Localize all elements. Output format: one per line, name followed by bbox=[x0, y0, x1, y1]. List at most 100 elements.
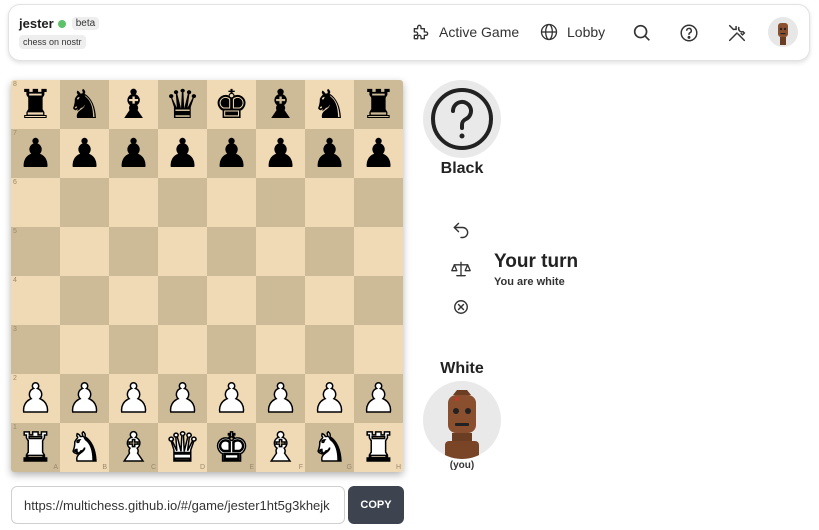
settings-button[interactable] bbox=[726, 22, 748, 44]
board-square[interactable]: ♟ bbox=[354, 129, 403, 178]
white-pawn-piece[interactable]: ♟ bbox=[311, 378, 348, 420]
board-square[interactable]: 8 ♜ bbox=[11, 80, 60, 129]
board-square[interactable]: ♟ bbox=[207, 374, 256, 423]
white-bishop-piece[interactable]: ♝ bbox=[262, 427, 299, 469]
resign-button[interactable] bbox=[451, 297, 471, 317]
board-square[interactable] bbox=[354, 178, 403, 227]
white-knight-piece[interactable]: ♞ bbox=[311, 427, 348, 469]
white-rook-piece[interactable]: ♜ bbox=[360, 427, 397, 469]
board-square[interactable]: G ♞ bbox=[305, 423, 354, 472]
black-pawn-piece[interactable]: ♟ bbox=[67, 134, 103, 174]
board-square[interactable] bbox=[109, 227, 158, 276]
white-pawn-piece[interactable]: ♟ bbox=[115, 378, 152, 420]
black-king-piece[interactable]: ♚ bbox=[214, 85, 250, 125]
white-queen-piece[interactable]: ♛ bbox=[164, 427, 201, 469]
board-square[interactable]: ♞ bbox=[305, 80, 354, 129]
board-square[interactable] bbox=[207, 227, 256, 276]
offer-draw-button[interactable] bbox=[451, 259, 471, 279]
board-square[interactable]: C ♝ bbox=[109, 423, 158, 472]
white-king-piece[interactable]: ♚ bbox=[213, 427, 250, 469]
black-pawn-piece[interactable]: ♟ bbox=[165, 134, 201, 174]
white-pawn-piece[interactable]: ♟ bbox=[213, 378, 250, 420]
board-square[interactable]: 4 bbox=[11, 276, 60, 325]
board-square[interactable] bbox=[207, 325, 256, 374]
board-square[interactable] bbox=[305, 276, 354, 325]
black-pawn-piece[interactable]: ♟ bbox=[214, 134, 250, 174]
board-square[interactable]: ♟ bbox=[158, 129, 207, 178]
brand[interactable]: jester beta chess on nostr bbox=[19, 16, 100, 50]
nav-lobby[interactable]: Lobby bbox=[539, 22, 605, 42]
white-pawn-piece[interactable]: ♟ bbox=[66, 378, 103, 420]
black-knight-piece[interactable]: ♞ bbox=[67, 85, 103, 125]
board-square[interactable] bbox=[60, 227, 109, 276]
board-square[interactable] bbox=[158, 178, 207, 227]
board-square[interactable] bbox=[109, 276, 158, 325]
board-square[interactable]: ♟ bbox=[60, 129, 109, 178]
user-avatar[interactable] bbox=[768, 17, 798, 47]
white-knight-piece[interactable]: ♞ bbox=[66, 427, 103, 469]
board-square[interactable] bbox=[305, 178, 354, 227]
board-square[interactable] bbox=[256, 276, 305, 325]
board-square[interactable]: H ♜ bbox=[354, 423, 403, 472]
board-square[interactable]: ♟ bbox=[158, 374, 207, 423]
board-square[interactable] bbox=[158, 227, 207, 276]
board-square[interactable]: ♟ bbox=[305, 374, 354, 423]
board-square[interactable] bbox=[207, 178, 256, 227]
board-square[interactable]: ♟ bbox=[207, 129, 256, 178]
board-square[interactable]: 7 ♟ bbox=[11, 129, 60, 178]
board-square[interactable]: ♝ bbox=[109, 80, 158, 129]
board-square[interactable] bbox=[305, 325, 354, 374]
board-square[interactable] bbox=[158, 325, 207, 374]
black-rook-piece[interactable]: ♜ bbox=[18, 85, 54, 125]
board-square[interactable]: 3 bbox=[11, 325, 60, 374]
black-knight-piece[interactable]: ♞ bbox=[312, 85, 348, 125]
board-square[interactable] bbox=[256, 227, 305, 276]
white-bishop-piece[interactable]: ♝ bbox=[115, 427, 152, 469]
board-square[interactable] bbox=[109, 178, 158, 227]
board-square[interactable]: ♜ bbox=[354, 80, 403, 129]
game-url-field[interactable]: https://multichess.github.io/#/game/jest… bbox=[11, 486, 345, 524]
white-rook-piece[interactable]: ♜ bbox=[17, 427, 54, 469]
board-square[interactable] bbox=[256, 178, 305, 227]
search-button[interactable] bbox=[631, 22, 653, 44]
black-pawn-piece[interactable]: ♟ bbox=[263, 134, 299, 174]
board-square[interactable]: ♛ bbox=[158, 80, 207, 129]
board-square[interactable]: ♟ bbox=[109, 129, 158, 178]
black-rook-piece[interactable]: ♜ bbox=[361, 85, 397, 125]
board-square[interactable]: ♟ bbox=[305, 129, 354, 178]
black-bishop-piece[interactable]: ♝ bbox=[263, 85, 299, 125]
help-button[interactable] bbox=[678, 22, 700, 44]
white-pawn-piece[interactable]: ♟ bbox=[262, 378, 299, 420]
board-square[interactable]: 1 A ♜ bbox=[11, 423, 60, 472]
board-square[interactable]: F ♝ bbox=[256, 423, 305, 472]
black-pawn-piece[interactable]: ♟ bbox=[361, 134, 397, 174]
board-square[interactable] bbox=[60, 325, 109, 374]
white-pawn-piece[interactable]: ♟ bbox=[360, 378, 397, 420]
chess-board[interactable]: 8 ♜ ♞ ♝ ♛ ♚ ♝ ♞ ♜ 7 ♟ ♟ ♟ ♟ ♟ ♟ ♟ ♟ 6 5 4 3 2 ♟ ♟ ♟ ♟ ♟ ♟ ♟ ♟ 1 A ♜ B ♞ C ♝ D ♛… bbox=[11, 80, 403, 472]
board-square[interactable]: ♞ bbox=[60, 80, 109, 129]
board-square[interactable]: 2 ♟ bbox=[11, 374, 60, 423]
black-pawn-piece[interactable]: ♟ bbox=[312, 134, 348, 174]
board-square[interactable] bbox=[354, 276, 403, 325]
board-square[interactable] bbox=[354, 325, 403, 374]
white-pawn-piece[interactable]: ♟ bbox=[17, 378, 54, 420]
board-square[interactable]: ♟ bbox=[354, 374, 403, 423]
board-square[interactable]: 6 bbox=[11, 178, 60, 227]
board-square[interactable] bbox=[60, 276, 109, 325]
board-square[interactable]: ♚ bbox=[207, 80, 256, 129]
board-square[interactable]: E ♚ bbox=[207, 423, 256, 472]
board-square[interactable]: ♟ bbox=[60, 374, 109, 423]
board-square[interactable] bbox=[60, 178, 109, 227]
board-square[interactable]: B ♞ bbox=[60, 423, 109, 472]
board-square[interactable]: ♟ bbox=[256, 129, 305, 178]
black-pawn-piece[interactable]: ♟ bbox=[116, 134, 152, 174]
board-square[interactable] bbox=[207, 276, 256, 325]
board-square[interactable] bbox=[256, 325, 305, 374]
black-pawn-piece[interactable]: ♟ bbox=[18, 134, 54, 174]
board-square[interactable]: ♟ bbox=[109, 374, 158, 423]
white-pawn-piece[interactable]: ♟ bbox=[164, 378, 201, 420]
copy-button[interactable]: COPY bbox=[348, 486, 404, 524]
board-square[interactable] bbox=[109, 325, 158, 374]
undo-button[interactable] bbox=[451, 220, 471, 240]
board-square[interactable] bbox=[158, 276, 207, 325]
